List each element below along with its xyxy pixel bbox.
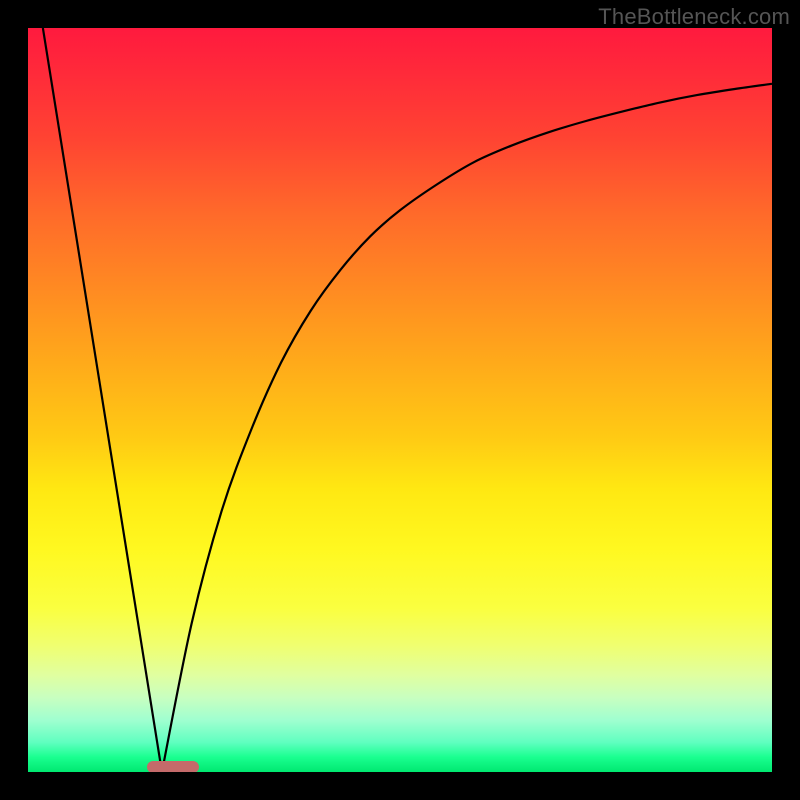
bottleneck-curve [28, 28, 772, 772]
plot-area [28, 28, 772, 772]
curve-left-segment [43, 28, 162, 772]
attribution-label: TheBottleneck.com [598, 4, 790, 30]
optimum-marker [147, 761, 199, 772]
chart-frame: TheBottleneck.com [0, 0, 800, 800]
curve-right-segment [162, 84, 772, 772]
